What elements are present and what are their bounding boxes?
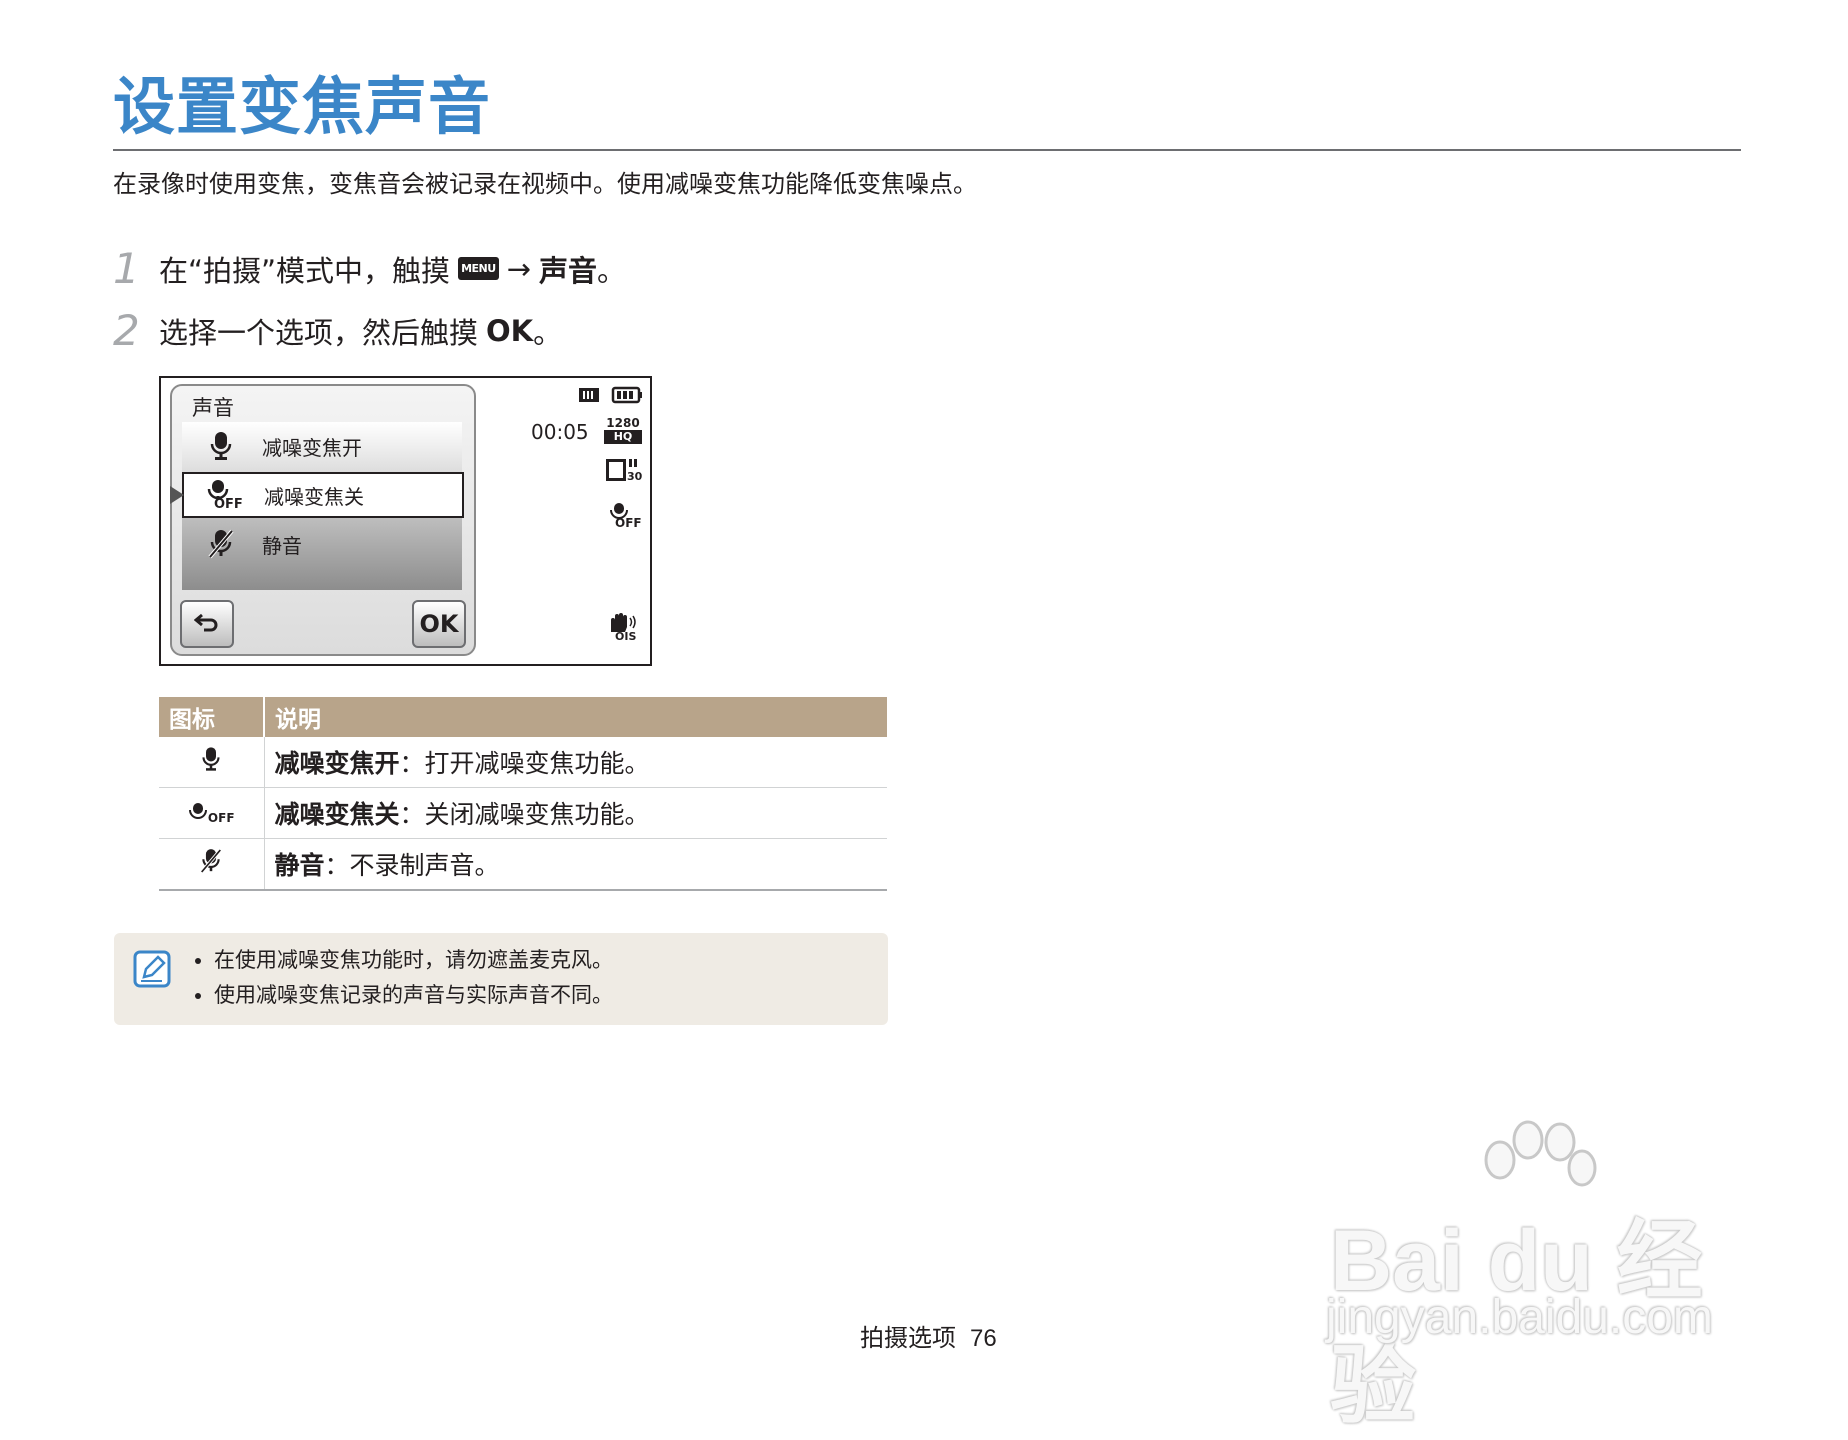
resolution-badge: 1280 HQ [604, 416, 642, 444]
watermark-sub: jingyan.baidu.com [1326, 1291, 1713, 1344]
back-arrow-icon [193, 610, 220, 638]
frame-rate-icon: 30 [605, 458, 643, 488]
title-rule [113, 149, 1741, 151]
table-header-icon: 图标 [159, 697, 264, 737]
note-list: 在使用减噪变焦功能时，请勿遮盖麦克风。 使用减噪变焦记录的声音与实际声音不同。 [196, 943, 613, 1013]
table-desc-cell: 减噪变焦开：打开减噪变焦功能。 [264, 737, 887, 788]
menu-item-mute[interactable]: 静音 [182, 520, 462, 568]
off-label: OFF [207, 810, 235, 825]
page-title: 设置变焦声音 [113, 70, 492, 143]
arrow-glyph: → [506, 251, 531, 286]
menu-item-label: 减噪变焦关 [264, 484, 364, 509]
camera-screen: 声音 减噪变焦开 OFF 减噪变焦关 静音 OK 00:05 1280 HQ 3… [159, 376, 652, 666]
step-number: 2 [113, 306, 140, 355]
mic-icon [159, 737, 265, 788]
battery-icon [611, 386, 643, 408]
quality-value: HQ [604, 430, 642, 444]
step-number: 1 [113, 244, 140, 293]
selection-arrow-icon [170, 486, 184, 504]
sound-menu-panel: 声音 减噪变焦开 OFF 减噪变焦关 静音 OK [170, 384, 476, 656]
step-text-end: 。 [533, 315, 563, 350]
table-header-desc: 说明 [263, 697, 887, 737]
table-row: OFF 减噪变焦关：关闭减噪变焦功能。 [159, 787, 887, 839]
step-text: 选择一个选项，然后触摸 [159, 315, 479, 350]
step-text-end: 。 [597, 253, 627, 288]
baidu-watermark: Bai du 经验 jingyan.baidu.com [1320, 1120, 1760, 1434]
step-2: 2 选择一个选项，然后触摸 OK 。 [113, 306, 562, 355]
note-item: 使用减噪变焦记录的声音与实际声音不同。 [214, 978, 613, 1013]
step-1: 1 在“拍摄”模式中，触摸 MENU → 声音 。 [113, 244, 626, 293]
fps-value: 30 [627, 470, 643, 483]
table-header-row: 图标 说明 [159, 697, 887, 737]
mic-off-icon: OFF [198, 479, 248, 512]
memory-card-icon [577, 386, 601, 408]
mute-icon [159, 838, 265, 891]
menu-list: 减噪变焦开 OFF 减噪变焦关 静音 [170, 422, 464, 590]
page-footer: 拍摄选项 76 [860, 1318, 997, 1353]
page-number: 76 [970, 1325, 997, 1352]
step-bold: OK [486, 313, 534, 348]
menu-item-label: 静音 [262, 533, 302, 558]
mic-off-icon: OFF [159, 787, 265, 839]
mute-icon [196, 529, 246, 559]
option-desc: ：关闭减噪变焦功能。 [399, 800, 650, 829]
resolution-value: 1280 [606, 416, 640, 430]
status-off-label: OFF [615, 516, 642, 530]
back-button[interactable] [180, 600, 234, 648]
menu-icon: MENU [458, 257, 499, 280]
footer-section: 拍摄选项 [860, 1324, 956, 1352]
option-desc: ：打开减噪变焦功能。 [399, 749, 650, 778]
table-desc-cell: 静音：不录制声音。 [264, 838, 887, 891]
step-bold: 声音 [538, 253, 597, 288]
recording-time: 00:05 [531, 420, 589, 444]
table-desc-cell: 减噪变焦关：关闭减噪变焦功能。 [264, 787, 887, 839]
menu-item-label: 减噪变焦开 [262, 435, 362, 460]
note-pencil-icon [132, 949, 171, 988]
ois-hand-icon: OIS [607, 612, 637, 643]
status-mic-off-icon: OFF [609, 502, 642, 530]
ok-button[interactable]: OK [412, 600, 466, 648]
option-name: 减噪变焦关 [274, 800, 400, 829]
table-row: 减噪变焦开：打开减噪变焦功能。 [159, 737, 887, 788]
note-box: 在使用减噪变焦功能时，请勿遮盖麦克风。 使用减噪变焦记录的声音与实际声音不同。 [114, 933, 888, 1025]
mic-icon [196, 431, 246, 461]
off-label: OFF [214, 497, 243, 512]
menu-item-zoom-nr-on[interactable]: 减噪变焦开 [182, 422, 462, 470]
step-text: 在“拍摄”模式中，触摸 [159, 253, 451, 288]
option-desc: ：不录制声音。 [324, 851, 500, 880]
ois-label: OIS [615, 630, 637, 643]
intro-text: 在录像时使用变焦，变焦音会被记录在视频中。使用减噪变焦功能降低变焦噪点。 [113, 170, 977, 198]
panel-title: 声音 [192, 396, 234, 420]
menu-item-zoom-nr-off[interactable]: OFF 减噪变焦关 [170, 472, 464, 518]
icon-description-table: 图标 说明 减噪变焦开：打开减噪变焦功能。 OFF 减噪变焦关：关闭减噪变焦功能… [159, 697, 887, 891]
note-item: 在使用减噪变焦功能时，请勿遮盖麦克风。 [214, 943, 613, 978]
table-row: 静音：不录制声音。 [159, 838, 887, 891]
option-name: 静音 [274, 851, 325, 880]
option-name: 减噪变焦开 [274, 749, 400, 778]
